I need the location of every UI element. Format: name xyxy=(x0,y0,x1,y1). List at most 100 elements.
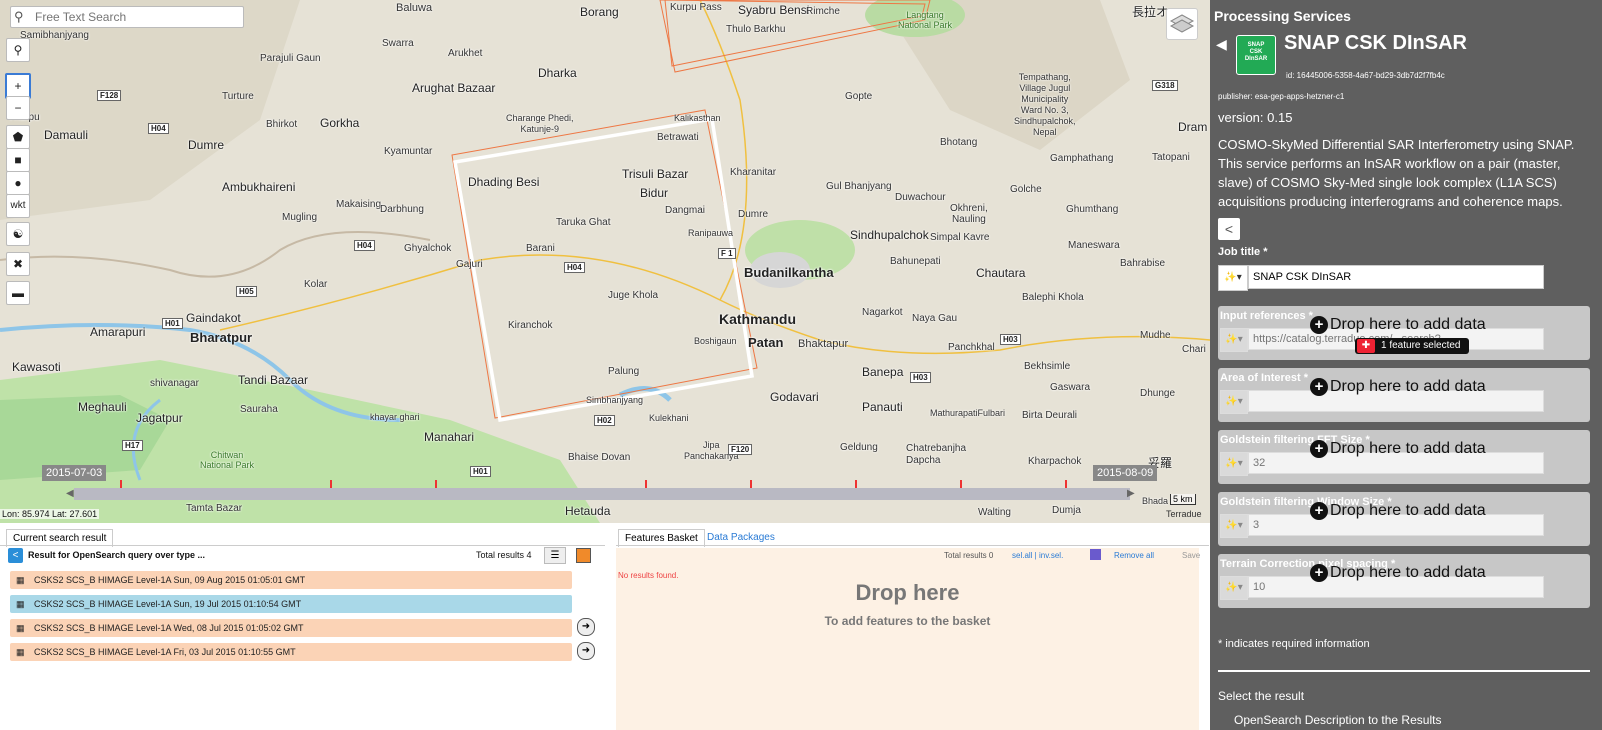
basket-drop-zone[interactable] xyxy=(616,548,1199,730)
drop-data-text: Drop here to add data xyxy=(1330,502,1486,519)
place-label: Thulo Barkhu xyxy=(726,24,786,35)
next-arrow-button[interactable]: ➜ xyxy=(577,618,595,636)
field-wand-button[interactable]: ✨▾ xyxy=(1220,328,1248,352)
field-wand-button[interactable]: ✨▾ xyxy=(1220,390,1248,414)
opensearch-description-option[interactable]: OpenSearch Description to the Results xyxy=(1234,713,1441,727)
parameter-field[interactable]: Area of Interest * ✨▾ + Drop here to add da… xyxy=(1218,368,1590,422)
basket-color-swatch[interactable] xyxy=(1090,549,1101,560)
share-icon[interactable]: < xyxy=(8,548,23,563)
tab-divider xyxy=(616,545,1209,546)
remove-all-link[interactable]: Remove all xyxy=(1114,551,1154,560)
feature-selected-badge: ✚ 1 feature selected xyxy=(1355,338,1469,354)
plus-circle-icon: + xyxy=(1310,440,1328,458)
tab-data-packages[interactable]: Data Packages xyxy=(707,532,775,543)
magic-wand-icon: ✨▾ xyxy=(1225,582,1243,593)
feature-selected-text: 1 feature selected xyxy=(1381,340,1461,351)
road-shield: F120 xyxy=(728,444,753,455)
place-label: MathurapatiFulbari xyxy=(930,408,1006,418)
field-wand-button[interactable]: ✨▾ xyxy=(1220,576,1248,600)
zoom-search-button[interactable]: ⚲ xyxy=(6,38,30,62)
place-label: Kalikasthan xyxy=(674,113,721,123)
place-label: Samibhanjyang xyxy=(20,30,89,41)
place-label: Tatopani xyxy=(1152,152,1190,163)
road-shield: G318 xyxy=(1152,80,1178,91)
next-arrow-button[interactable]: ➜ xyxy=(577,642,595,660)
place-label: Dumre xyxy=(738,209,769,220)
place-label: Dumre xyxy=(188,138,225,152)
drop-data-hint: + Drop here to add data xyxy=(1310,316,1486,334)
globe-button[interactable]: ☯ xyxy=(6,222,30,246)
place-label: Kurpu Pass xyxy=(670,2,722,13)
job-title-input[interactable] xyxy=(1248,265,1544,289)
search-icon: ⚲ xyxy=(14,9,24,24)
layers-button[interactable] xyxy=(1166,8,1198,40)
invert-selection-link[interactable]: inv.sel. xyxy=(1039,551,1063,560)
place-label: Mugling xyxy=(282,212,318,223)
result-item[interactable]: ▦ CSKS2 SCS_B HIMAGE Level-1A Wed, 08 Jul… xyxy=(10,619,572,637)
service-id: id: 16445006-5358-4a67-bd29-3db7d2f7fb4c xyxy=(1286,71,1445,80)
panel-header: Processing Services xyxy=(1214,8,1351,24)
arrow-right-icon: ➜ xyxy=(581,645,591,656)
place-label: Arukhet xyxy=(448,48,483,59)
place-label: Mudhe xyxy=(1140,330,1171,341)
result-label: CSKS2 SCS_B HIMAGE Level-1A Sun, 09 Aug … xyxy=(34,575,306,585)
magic-wand-icon: ✨▾ xyxy=(1224,272,1242,283)
back-button[interactable]: ◀ xyxy=(1216,36,1227,53)
place-label: Arughat Bazaar xyxy=(412,81,496,95)
place-label: Okhreni, Nauling xyxy=(950,203,988,225)
job-title-wand-button[interactable]: ✨▾ xyxy=(1218,265,1248,291)
road-shield: H17 xyxy=(122,440,143,451)
place-label: Gul Bhanjyang xyxy=(826,181,892,192)
timeline-left-handle[interactable]: ◀ xyxy=(66,488,74,499)
list-view-button[interactable]: ☰ xyxy=(544,547,566,564)
drop-data-text: Drop here to add data xyxy=(1330,564,1486,581)
save-link[interactable]: Save xyxy=(1182,551,1200,560)
wkt-button[interactable]: wkt xyxy=(6,194,30,218)
draw-point-button[interactable]: ● xyxy=(6,171,30,195)
parameter-field[interactable]: Terrain Correction pixel spacing *✨▾+Dro… xyxy=(1218,554,1590,608)
results-color-swatch[interactable] xyxy=(576,548,591,563)
zoom-out-button[interactable]: − xyxy=(6,96,30,120)
place-label: Charange Phedi, Katunje-9 xyxy=(506,113,574,134)
map-attribution: Terradue xyxy=(1166,509,1202,519)
share-button[interactable]: < xyxy=(1218,218,1240,240)
result-item[interactable]: ▦ CSKS2 SCS_B HIMAGE Level-1A Fri, 03 Jul… xyxy=(10,643,572,661)
service-publisher: publisher: esa-gep-apps-hetzner-c1 xyxy=(1218,92,1345,101)
caret-left-icon: ◀ xyxy=(1216,36,1227,52)
drop-here-title: Drop here xyxy=(855,580,960,605)
result-item[interactable]: ▦ CSKS2 SCS_B HIMAGE Level-1A Sun, 19 Jul… xyxy=(10,595,572,613)
place-label: Bhada xyxy=(1142,496,1169,506)
magic-wand-icon: ✨▾ xyxy=(1225,396,1243,407)
measure-button[interactable]: ▬ xyxy=(6,281,30,305)
place-label: Boshigaun xyxy=(694,336,737,346)
place-label: shivanagar xyxy=(150,378,199,389)
scale-bar: 5 km xyxy=(1170,494,1196,505)
fullscreen-button[interactable]: ✖ xyxy=(6,252,30,276)
map-view[interactable]: Baluwa Borang Kurpu Pass Syabru Bensi Ri… xyxy=(0,0,1210,523)
basket-total: Total results 0 xyxy=(944,551,994,560)
search-input[interactable] xyxy=(33,8,242,26)
timeline-right-handle[interactable]: ▶ xyxy=(1127,488,1135,499)
parameter-field[interactable]: Goldstein filtering FFT Size *✨▾+Drop he… xyxy=(1218,430,1590,484)
field-wand-button[interactable]: ✨▾ xyxy=(1220,514,1248,538)
place-label: Bharatpur xyxy=(190,330,253,345)
select-all-link[interactable]: sel.all xyxy=(1012,551,1032,560)
place-label: Kharanitar xyxy=(730,167,777,178)
field-wand-button[interactable]: ✨▾ xyxy=(1220,452,1248,476)
place-label: Kolar xyxy=(304,279,328,290)
place-label: Simpal Kavre xyxy=(930,232,990,243)
timeline-bar[interactable] xyxy=(74,488,1130,500)
free-text-search[interactable]: ⚲ xyxy=(10,6,244,28)
place-label: Swarra xyxy=(382,38,414,49)
place-label: khayar ghari xyxy=(370,412,420,422)
place-label: Bidur xyxy=(640,186,669,200)
place-label: Ghyalchok xyxy=(404,243,452,254)
draw-polygon-button[interactable]: ⬟ xyxy=(6,125,30,149)
result-item[interactable]: ▦ CSKS2 SCS_B HIMAGE Level-1A Sun, 09 Aug… xyxy=(10,571,572,589)
no-results-text: No results found. xyxy=(618,571,679,580)
layers-icon xyxy=(1169,14,1195,33)
draw-rectangle-button[interactable]: ■ xyxy=(6,148,30,172)
parameter-field[interactable]: Goldstein filtering Window Size *✨▾+Drop… xyxy=(1218,492,1590,546)
place-label: Ghumthang xyxy=(1066,204,1119,215)
place-label: Dram xyxy=(1178,120,1208,134)
